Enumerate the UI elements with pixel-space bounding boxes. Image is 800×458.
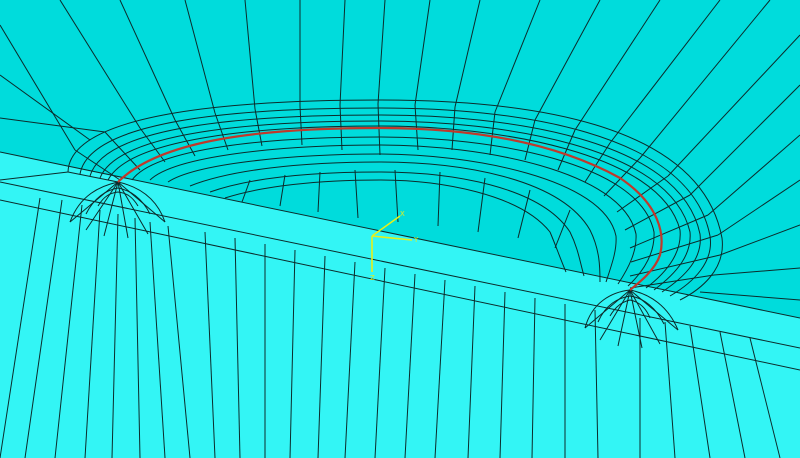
- triad-z-label: Z: [370, 274, 375, 282]
- model-viewport[interactable]: X Y Z: [0, 0, 800, 458]
- triad-x-label: X: [400, 210, 405, 218]
- mesh-canvas[interactable]: X Y Z: [0, 0, 800, 458]
- triad-y-label: Y: [413, 236, 419, 244]
